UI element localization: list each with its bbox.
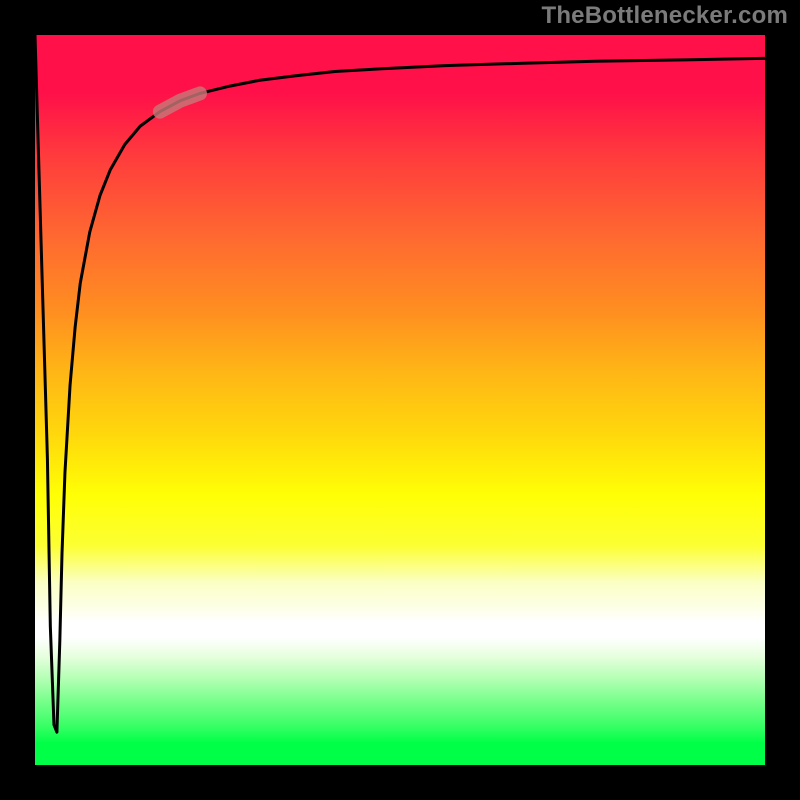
watermark-text: TheBottlenecker.com [541,2,788,30]
chart-stage: TheBottlenecker.com [0,0,800,800]
plot-area [35,35,765,765]
